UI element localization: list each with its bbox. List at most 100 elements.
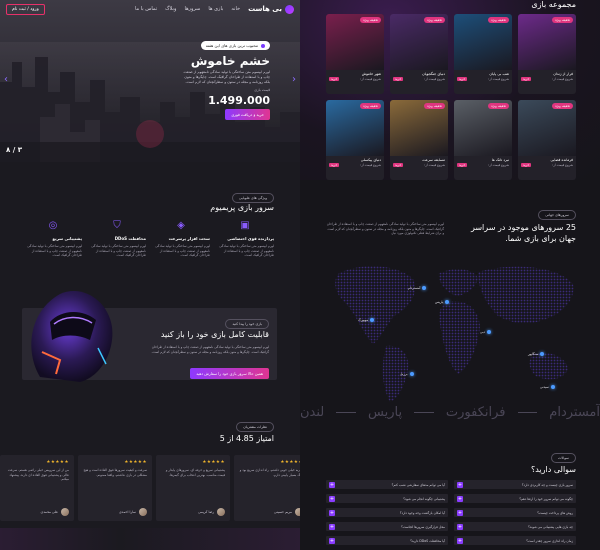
game-price-label: شروع قیمت از: bbox=[552, 77, 573, 81]
server-pin[interactable]: دبی bbox=[480, 330, 491, 334]
world-map bbox=[335, 266, 574, 402]
nav-item-contact[interactable]: تماس با ما bbox=[135, 6, 157, 12]
review-user-name: مریم حسینی bbox=[274, 510, 292, 514]
location-dot-icon bbox=[445, 300, 450, 304]
buy-button[interactable]: خرید bbox=[457, 163, 468, 167]
faq-item[interactable]: چه بازی هایی پشتیبانی می شوند؟ + bbox=[454, 522, 576, 531]
faq-question: سرور بازی چیست و چه کاربردی دارد؟ bbox=[521, 482, 573, 487]
faq-title: سوالی دارید؟ bbox=[530, 465, 576, 474]
plus-icon: + bbox=[329, 537, 335, 544]
plus-icon: + bbox=[457, 495, 463, 502]
discount-badge: تخفیف ویژه bbox=[488, 17, 509, 23]
game-price-row: شروع قیمت از: خرید bbox=[518, 76, 576, 82]
server-pin-label: دبی bbox=[480, 330, 485, 334]
features-pill: ویژگی های علوبایی bbox=[231, 193, 274, 203]
plus-icon: + bbox=[329, 481, 335, 488]
faq-item[interactable]: آیا می توانم مدهای سفارشی نصب کنم؟ + bbox=[326, 480, 448, 489]
game-price-row: شروع قیمت از: خرید bbox=[326, 162, 384, 168]
server-pin-label: پاریس bbox=[435, 300, 444, 304]
faq-question: زمان راه اندازی سرور چقدر است؟ bbox=[526, 538, 573, 543]
plus-icon: + bbox=[329, 509, 335, 516]
nav-item-home[interactable]: خانه bbox=[231, 6, 240, 12]
game-card[interactable]: تخفیف ویژه دنیای پیکسلی شروع قیمت از: خرید bbox=[326, 100, 384, 180]
city-name: فرانکفورت bbox=[445, 404, 506, 420]
right-panel: مجموعه بازی تخفیف ویژه فرار از زندان شروع … bbox=[300, 0, 600, 550]
logo[interactable]: بی هاست bbox=[248, 4, 294, 14]
game-price-label: شروع قیمت از: bbox=[552, 163, 573, 167]
city-name: پاریس bbox=[368, 404, 403, 420]
server-pin[interactable]: پاریس bbox=[435, 300, 450, 304]
hero-title: خشم خاموش bbox=[190, 54, 270, 68]
stars-icon: ★★★★★ bbox=[46, 460, 69, 465]
game-card[interactable]: تخفیف ویژه شب بی پایان شروع قیمت از: خرید bbox=[454, 14, 512, 94]
logo-icon bbox=[285, 4, 294, 14]
servers-description: لورم ایپسوم متن ساختگی با تولید سادگی نا… bbox=[326, 222, 444, 236]
banner-order-button[interactable]: همین حالا سرور بازی خود را سفارش دهید bbox=[190, 368, 269, 379]
login-button[interactable]: ورود / ثبت نام bbox=[6, 3, 45, 15]
faq-item[interactable]: زمان راه اندازی سرور چقدر است؟ + bbox=[454, 536, 576, 545]
server-pin[interactable]: برزیل bbox=[400, 372, 414, 376]
game-card[interactable]: تخفیف ویژه شهر خاموش شروع قیمت از: خرید bbox=[326, 14, 384, 94]
hero-buy-button[interactable]: خرید و دریافت فوری bbox=[225, 109, 270, 120]
faq-question: پشتیبانی چگونه انجام می شود؟ bbox=[403, 496, 445, 501]
review-user-name: علی محمدی bbox=[40, 510, 58, 514]
servers-pill: سرورهای جهانی bbox=[538, 210, 576, 220]
faq-item[interactable]: آیا امکان بازگشت وجه وجود دارد؟ + bbox=[326, 508, 448, 517]
faq-item[interactable]: محل قرارگیری سرورها کجاست؟ + bbox=[326, 522, 448, 531]
chevron-left-icon[interactable]: › bbox=[4, 74, 8, 85]
avatar bbox=[217, 508, 225, 516]
game-card[interactable]: تخفیف ویژه فرمانده فضایی شروع قیمت از: خرید bbox=[518, 100, 576, 180]
server-pin-label: نیویورک bbox=[358, 318, 369, 322]
game-price-row: شروع قیمت از: خرید bbox=[390, 76, 448, 82]
location-dot-icon bbox=[540, 352, 545, 356]
server-pin[interactable]: سنگاپور bbox=[528, 352, 545, 356]
nav-item-servers[interactable]: سرورها bbox=[184, 6, 200, 12]
buy-button[interactable]: خرید bbox=[329, 77, 340, 81]
avatar bbox=[61, 508, 69, 516]
review-text: پشتیبانی سریع و حرفه ای، سرورهای پایدار … bbox=[165, 468, 225, 477]
buy-button[interactable]: خرید bbox=[521, 163, 532, 167]
discount-badge: تخفیف ویژه bbox=[360, 103, 381, 109]
feature-name: سخت افزار پرسرعت bbox=[168, 236, 210, 241]
faq-item[interactable]: سرور بازی چیست و چه کاربردی دارد؟ + bbox=[454, 480, 576, 489]
hero-section: بی هاست خانه بازی ها سرورها وبلاگ تماس ب… bbox=[0, 0, 300, 162]
game-price-row: شروع قیمت از: خرید bbox=[518, 162, 576, 168]
chevron-right-icon[interactable]: ‹ bbox=[292, 74, 296, 85]
review-text: تجربه خیلی خوبی داشتم. راه اندازی سریع ب… bbox=[239, 468, 300, 477]
buy-button[interactable]: خرید bbox=[457, 77, 468, 81]
game-card[interactable]: تخفیف ویژه مسابقه سرعت شروع قیمت از: خرید bbox=[390, 100, 448, 180]
top-navbar: بی هاست خانه بازی ها سرورها وبلاگ تماس ب… bbox=[0, 0, 300, 18]
game-card[interactable]: تخفیف ویژه دنیای جنگجویان شروع قیمت از: خری… bbox=[390, 14, 448, 94]
reviews-list: ★★★★★ من از این سرویس خیلی راضی هستم. سر… bbox=[0, 455, 300, 523]
game-card[interactable]: تخفیف ویژه فرار از زندان شروع قیمت از: خرید bbox=[518, 14, 576, 94]
faq-question: آیا محافظت DDoS دارید؟ bbox=[410, 538, 445, 543]
faq-item[interactable]: پشتیبانی چگونه انجام می شود؟ + bbox=[326, 494, 448, 503]
plus-icon: + bbox=[457, 509, 463, 516]
faq-item[interactable]: روش های پرداخت چیست؟ + bbox=[454, 508, 576, 517]
buy-button[interactable]: خرید bbox=[393, 77, 404, 81]
buy-button[interactable]: خرید bbox=[393, 163, 404, 167]
server-pin-label: سیدنی bbox=[540, 385, 549, 389]
review-user: سارا احمدی bbox=[119, 508, 147, 516]
servers-title: 25 سرورهای موجود در سراسر جهان برای بازی… bbox=[470, 223, 576, 243]
nav-item-blog[interactable]: وبلاگ bbox=[165, 6, 176, 12]
server-pin[interactable]: نیویورک bbox=[358, 318, 375, 322]
server-pin[interactable]: آمستردام bbox=[408, 286, 427, 290]
game-card[interactable]: تخفیف ویژه نبرد تانک ها شروع قیمت از: خرید bbox=[454, 100, 512, 180]
faq-item[interactable]: چگونه می توانم سرور خود را ارتقا دهم؟ + bbox=[454, 494, 576, 503]
server-pin[interactable]: سیدنی bbox=[540, 385, 555, 389]
buy-button[interactable]: خرید bbox=[521, 77, 532, 81]
divider bbox=[336, 411, 357, 413]
game-price-label: شروع قیمت از: bbox=[424, 77, 445, 81]
avatar bbox=[139, 508, 147, 516]
game-price-row: شروع قیمت از: خرید bbox=[454, 76, 512, 82]
banner-pill: بازی خود را پیدا کنید bbox=[225, 319, 269, 329]
nav-item-games[interactable]: بازی ها bbox=[208, 6, 223, 12]
buy-button[interactable]: خرید bbox=[329, 163, 340, 167]
faq-item[interactable]: آیا محافظت DDoS دارید؟ + bbox=[326, 536, 448, 545]
game-price-label: شروع قیمت از: bbox=[488, 77, 509, 81]
city-name: آمستردام bbox=[549, 404, 600, 420]
support-icon: ◎ bbox=[48, 220, 58, 231]
plus-icon: + bbox=[457, 523, 463, 530]
review-text: سرعت و کیفیت سرورها فوق العاده است و هیچ… bbox=[83, 468, 147, 477]
